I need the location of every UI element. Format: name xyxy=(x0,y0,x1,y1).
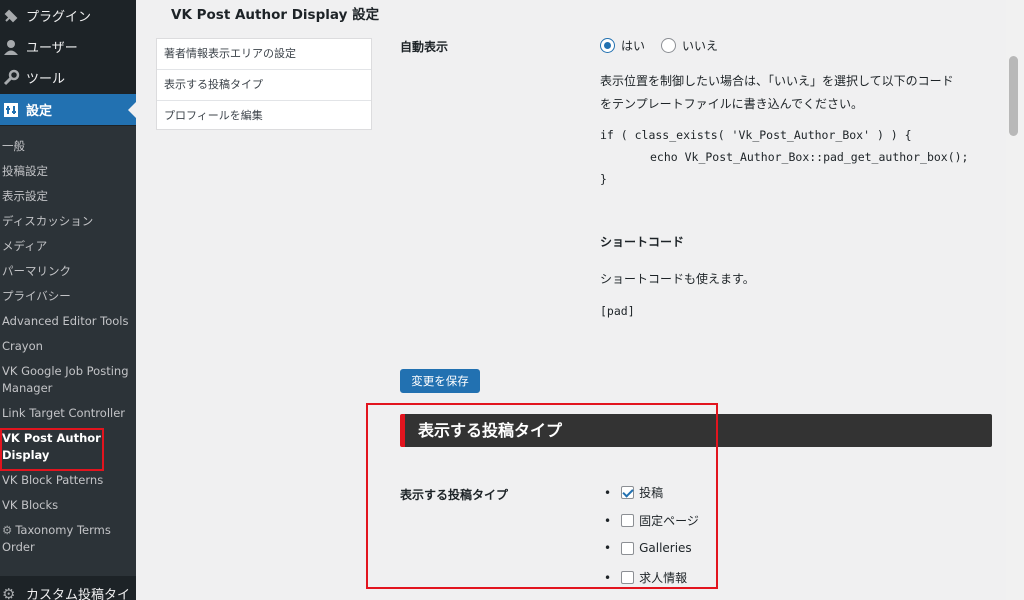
shortcode-heading: ショートコード xyxy=(600,235,685,249)
radio-no-label: いいえ xyxy=(682,39,719,53)
menu-tools-label: ツール xyxy=(26,72,66,87)
save-button[interactable]: 変更を保存 xyxy=(400,369,480,393)
nav-link-edit-profile[interactable]: プロフィールを編集 xyxy=(157,101,371,131)
scrollbar-thumb[interactable] xyxy=(1009,56,1018,136)
menu-users[interactable]: ユーザー xyxy=(0,31,136,62)
code-line-3: } xyxy=(600,172,607,186)
radio-no[interactable] xyxy=(661,38,677,53)
submenu-crayon[interactable]: Crayon xyxy=(0,334,136,359)
menu-settings-label: 設定 xyxy=(26,104,53,119)
menu-custom-post-type-label: カスタム投稿タイ xyxy=(26,588,131,600)
submenu-vk-block-patterns[interactable]: VK Block Patterns xyxy=(0,468,136,493)
gear-icon: ⚙ xyxy=(2,523,13,537)
shortcode-text: ショートコードも使えます。 xyxy=(600,272,755,286)
gear-icon: ⚙ xyxy=(2,584,16,600)
radio-yes-label: はい xyxy=(621,39,646,53)
admin-sidebar: プラグイン ユーザー ツール 設定 一般 投稿設定 表示設定 ディスカッション … xyxy=(0,0,136,600)
menu-tools[interactable]: ツール xyxy=(0,62,136,93)
page-scrollbar[interactable] xyxy=(1006,0,1024,600)
submenu-vk-blocks[interactable]: VK Blocks xyxy=(0,493,136,518)
auto-display-label: 自動表示 xyxy=(400,40,449,54)
submenu-discussion[interactable]: ディスカッション xyxy=(0,209,136,234)
code-line-1: if ( class_exists( 'Vk_Post_Author_Box' … xyxy=(600,128,912,142)
shortcode-code: [pad] xyxy=(600,304,635,318)
auto-display-description-1: 表示位置を制御したい場合は、「いいえ」を選択して以下のコード xyxy=(600,74,954,88)
submenu-media[interactable]: メディア xyxy=(0,234,136,259)
submenu-link-target-controller[interactable]: Link Target Controller xyxy=(0,401,136,426)
highlight-box-post-types xyxy=(366,403,718,589)
submenu-general[interactable]: 一般 xyxy=(0,134,136,159)
nav-link-author-area[interactable]: 著者情報表示エリアの設定 xyxy=(157,39,371,70)
radio-yes[interactable] xyxy=(600,38,615,53)
menu-settings[interactable]: 設定 xyxy=(0,94,136,125)
submenu-advanced-editor-tools[interactable]: Advanced Editor Tools xyxy=(0,309,136,334)
submenu-taxonomy-terms-order-label: Taxonomy Terms Order xyxy=(2,523,111,554)
submenu-reading[interactable]: 表示設定 xyxy=(0,184,136,209)
submenu-taxonomy-terms-order[interactable]: ⚙ Taxonomy Terms Order xyxy=(0,518,136,560)
submenu-privacy[interactable]: プライバシー xyxy=(0,284,136,309)
code-line-2: echo Vk_Post_Author_Box::pad_get_author_… xyxy=(650,150,969,164)
wrench-icon xyxy=(2,69,20,87)
submenu-vk-google-job-posting[interactable]: VK Google Job Posting Manager xyxy=(0,359,136,401)
plugin-icon xyxy=(2,7,20,25)
auto-display-options: はい いいえ xyxy=(600,37,718,54)
menu-plugins-label: プラグイン xyxy=(26,10,92,25)
menu-custom-post-type[interactable]: ⚙ カスタム投稿タイ xyxy=(0,578,136,600)
menu-users-label: ユーザー xyxy=(26,41,78,56)
settings-submenu: 一般 投稿設定 表示設定 ディスカッション メディア パーマリンク プライバシー… xyxy=(0,126,136,576)
submenu-writing[interactable]: 投稿設定 xyxy=(0,159,136,184)
auto-display-description-2: をテンプレートファイルに書き込んでください。 xyxy=(600,97,864,111)
user-icon xyxy=(2,38,20,56)
settings-icon xyxy=(2,101,20,119)
nav-link-post-types[interactable]: 表示する投稿タイプ xyxy=(157,70,371,101)
settings-nav: 著者情報表示エリアの設定 表示する投稿タイプ プロフィールを編集 xyxy=(156,38,372,130)
menu-plugins[interactable]: プラグイン xyxy=(0,0,136,31)
page-title: VK Post Author Display 設定 xyxy=(171,7,380,23)
highlight-box-sidebar xyxy=(0,428,104,471)
submenu-permalinks[interactable]: パーマリンク xyxy=(0,259,136,284)
